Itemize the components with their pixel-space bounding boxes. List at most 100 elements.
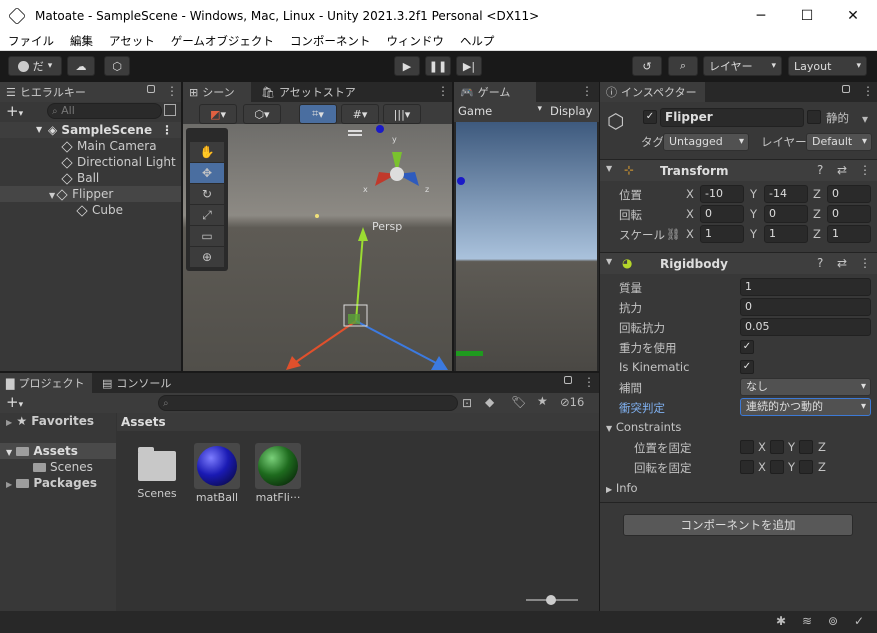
add-component-button[interactable]: コンポーネントを追加 <box>623 514 853 536</box>
mass-field[interactable]: 1 <box>740 278 871 296</box>
freeze-position-x-checkbox[interactable] <box>740 440 754 454</box>
label-filter-icon[interactable]: 🏷 <box>511 395 526 409</box>
gizmo-toggle[interactable]: ⌗ ▾ <box>299 104 337 124</box>
search-options-icon[interactable] <box>164 104 176 116</box>
scenes-folder-item[interactable]: Scenes <box>33 459 93 475</box>
layer-dropdown[interactable]: Default <box>806 133 872 151</box>
favorite-star-icon[interactable]: ★ <box>537 394 548 408</box>
search-button[interactable]: ⌕ <box>668 56 698 76</box>
assets-item[interactable]: ▼ Assets <box>0 443 116 459</box>
draw-mode-dropdown[interactable]: ◩ ▾ <box>199 104 237 124</box>
rigidbody-header[interactable]: ▼ ◕ Rigidbody ? ⇄ ⋮ <box>600 252 877 274</box>
favorites-item[interactable]: ▶ ★ Favorites <box>6 413 94 431</box>
pause-button[interactable]: ❚❚ <box>425 56 451 76</box>
bug-icon[interactable]: ✱ <box>776 614 786 628</box>
hierarchy-search-input[interactable]: ⌕ All <box>47 103 162 119</box>
search-options-icon[interactable]: ⊡ <box>462 396 472 410</box>
menu-window[interactable]: ウィンドウ <box>378 33 452 49</box>
rotation-x-field[interactable]: 0 <box>700 205 744 223</box>
menu-help[interactable]: ヘルプ <box>452 33 503 49</box>
rotation-y-field[interactable]: 0 <box>764 205 808 223</box>
active-checkbox[interactable]: ✓ <box>643 110 657 124</box>
lock-icon[interactable] <box>147 85 155 93</box>
check-icon[interactable]: ✓ <box>854 614 864 628</box>
move-tool-icon[interactable]: ✥ <box>190 163 224 183</box>
lock-icon[interactable] <box>564 376 572 384</box>
project-more-icon[interactable]: ⋮ <box>583 375 595 389</box>
display-dropdown[interactable]: Display <box>550 104 592 118</box>
list-item[interactable]: Ball <box>61 170 99 186</box>
is-kinematic-checkbox[interactable]: ✓ <box>740 360 754 374</box>
scale-z-field[interactable]: 1 <box>827 225 871 243</box>
step-button[interactable]: ▶| <box>456 56 482 76</box>
list-item-selected[interactable]: ▼ Flipper <box>0 186 181 202</box>
hand-tool-icon[interactable]: ✋ <box>190 142 224 162</box>
tag-dropdown[interactable]: Untagged <box>663 133 749 151</box>
game-more-icon[interactable]: ⋮ <box>581 84 593 98</box>
drag-field[interactable]: 0 <box>740 298 871 316</box>
tab-scene[interactable]: ⊞ シーン <box>183 82 251 102</box>
type-filter-icon[interactable]: ◆ <box>485 395 494 409</box>
constraints-foldout[interactable]: ▼ Constraints <box>606 420 681 434</box>
transform-tool-icon[interactable]: ⊕ <box>190 247 224 267</box>
project-search-input[interactable]: ⌕ <box>158 395 458 411</box>
hidden-packages-toggle[interactable]: ⊘16 <box>560 395 584 409</box>
increment-snap-dropdown[interactable]: ||| ▾ <box>383 104 421 124</box>
interpolate-dropdown[interactable]: なし <box>740 378 871 396</box>
layers-dropdown[interactable]: レイヤー ▾ <box>703 56 782 76</box>
tab-game[interactable]: 🎮 ゲーム <box>454 82 536 102</box>
object-name-field[interactable]: Flipper <box>660 108 804 127</box>
rotation-z-field[interactable]: 0 <box>827 205 871 223</box>
view-options-dropdown[interactable]: ⬡ ▾ <box>243 104 281 124</box>
play-button[interactable]: ▶ <box>394 56 420 76</box>
minimize-button[interactable]: ─ <box>738 0 784 31</box>
add-button[interactable]: +▾ <box>6 102 23 120</box>
menu-assets[interactable]: アセット <box>101 33 163 49</box>
scale-x-field[interactable]: 1 <box>700 225 744 243</box>
maximize-button[interactable]: ☐ <box>784 0 830 31</box>
more-icon[interactable]: ⋮ <box>166 84 178 98</box>
layout-dropdown[interactable]: Layout ▾ <box>788 56 867 76</box>
collab-button[interactable]: ⬡ <box>104 56 130 76</box>
progress-icon[interactable]: ⊚ <box>828 614 838 628</box>
freeze-rotation-z-checkbox[interactable] <box>799 460 813 474</box>
asset-item[interactable]: Scenes <box>135 443 179 500</box>
transform-header[interactable]: ▼ ⊹ Transform ? ⇄ ⋮ <box>600 159 877 181</box>
close-button[interactable]: ✕ <box>830 0 876 31</box>
tab-asset-store[interactable]: 🛍 アセットストア <box>255 82 375 102</box>
scale-y-field[interactable]: 1 <box>764 225 808 243</box>
tab-inspector[interactable]: ⓘ インスペクター <box>600 82 705 102</box>
menu-edit[interactable]: 編集 <box>62 33 101 49</box>
rect-tool-icon[interactable]: ▭ <box>190 226 224 246</box>
account-dropdown[interactable]: だ ▾ <box>8 56 62 76</box>
create-button[interactable]: +▾ <box>6 393 23 411</box>
menu-gameobject[interactable]: ゲームオブジェクト <box>163 33 282 49</box>
list-item[interactable]: Main Camera <box>61 138 157 154</box>
freeze-position-y-checkbox[interactable] <box>770 440 784 454</box>
freeze-position-z-checkbox[interactable] <box>799 440 813 454</box>
scene-row[interactable]: ▼ ◈ SampleScene ⋮ <box>0 122 181 138</box>
collision-detection-dropdown[interactable]: 連続的かつ動的 <box>740 398 871 416</box>
layers-icon[interactable]: ≋ <box>802 614 812 628</box>
static-checkbox[interactable] <box>807 110 821 124</box>
inspector-more-icon[interactable]: ⋮ <box>862 84 874 98</box>
breadcrumb[interactable]: Assets <box>117 413 599 431</box>
history-button[interactable]: ↺ <box>632 56 662 76</box>
position-y-field[interactable]: -14 <box>764 185 808 203</box>
asset-item[interactable]: matFli··· <box>253 443 303 504</box>
list-item[interactable]: Directional Light <box>61 154 176 170</box>
rotate-tool-icon[interactable]: ↻ <box>190 184 224 204</box>
freeze-rotation-y-checkbox[interactable] <box>770 460 784 474</box>
static-more-icon[interactable]: ▾ <box>862 112 868 126</box>
cloud-button[interactable]: ☁ <box>67 56 95 76</box>
zoom-slider-thumb[interactable] <box>546 595 556 605</box>
lock-icon[interactable] <box>842 85 850 93</box>
tab-project[interactable]: ▇ プロジェクト <box>0 373 92 393</box>
angular-drag-field[interactable]: 0.05 <box>740 318 871 336</box>
grid-snap-dropdown[interactable]: # ▾ <box>341 104 379 124</box>
menu-component[interactable]: コンポーネント <box>282 33 379 49</box>
position-x-field[interactable]: -10 <box>700 185 744 203</box>
freeze-rotation-x-checkbox[interactable] <box>740 460 754 474</box>
scene-more-icon[interactable]: ⋮ <box>161 122 173 138</box>
scene-more-icon[interactable]: ⋮ <box>437 84 449 98</box>
